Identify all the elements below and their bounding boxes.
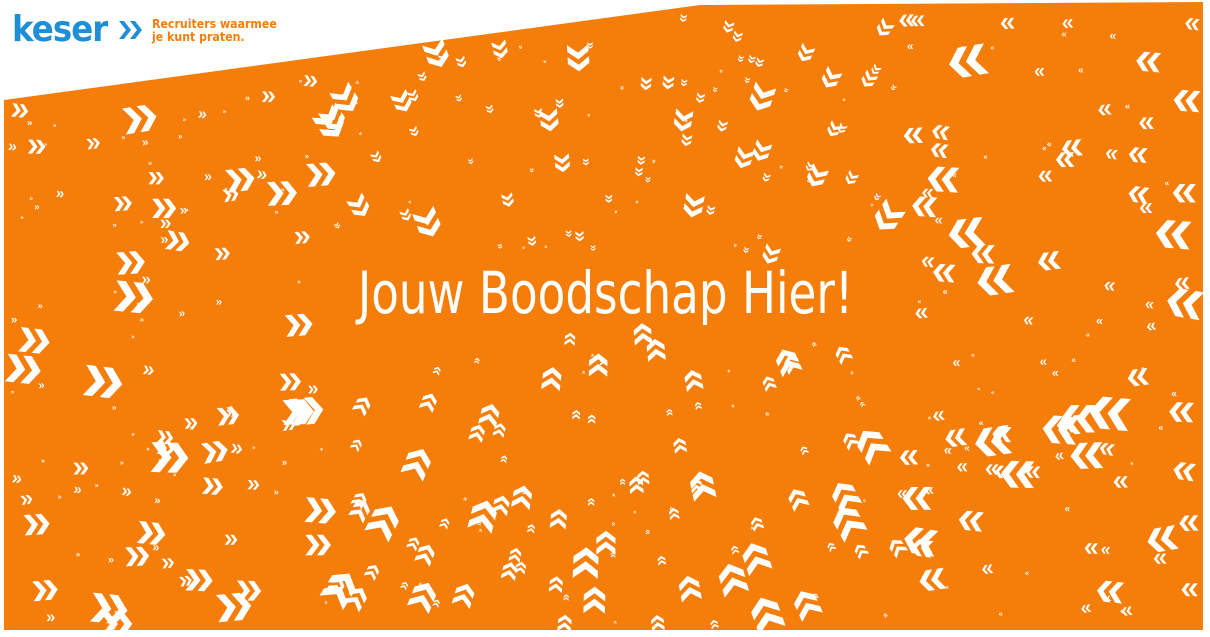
logo-tagline-line2: je kunt praten.	[152, 29, 245, 44]
headline-text: Jouw Boodschap Hier!	[357, 259, 853, 327]
double-chevron-right-icon	[118, 19, 144, 41]
logo-tagline: Recruiters waarmee je kunt praten.	[152, 17, 277, 43]
headline: Jouw Boodschap Hier!	[0, 258, 1210, 328]
logo-wordmark: keser	[12, 9, 108, 50]
page: keser Recruiters waarmee je kunt praten.…	[0, 0, 1210, 637]
logo[interactable]: keser Recruiters waarmee je kunt praten.	[12, 10, 294, 50]
